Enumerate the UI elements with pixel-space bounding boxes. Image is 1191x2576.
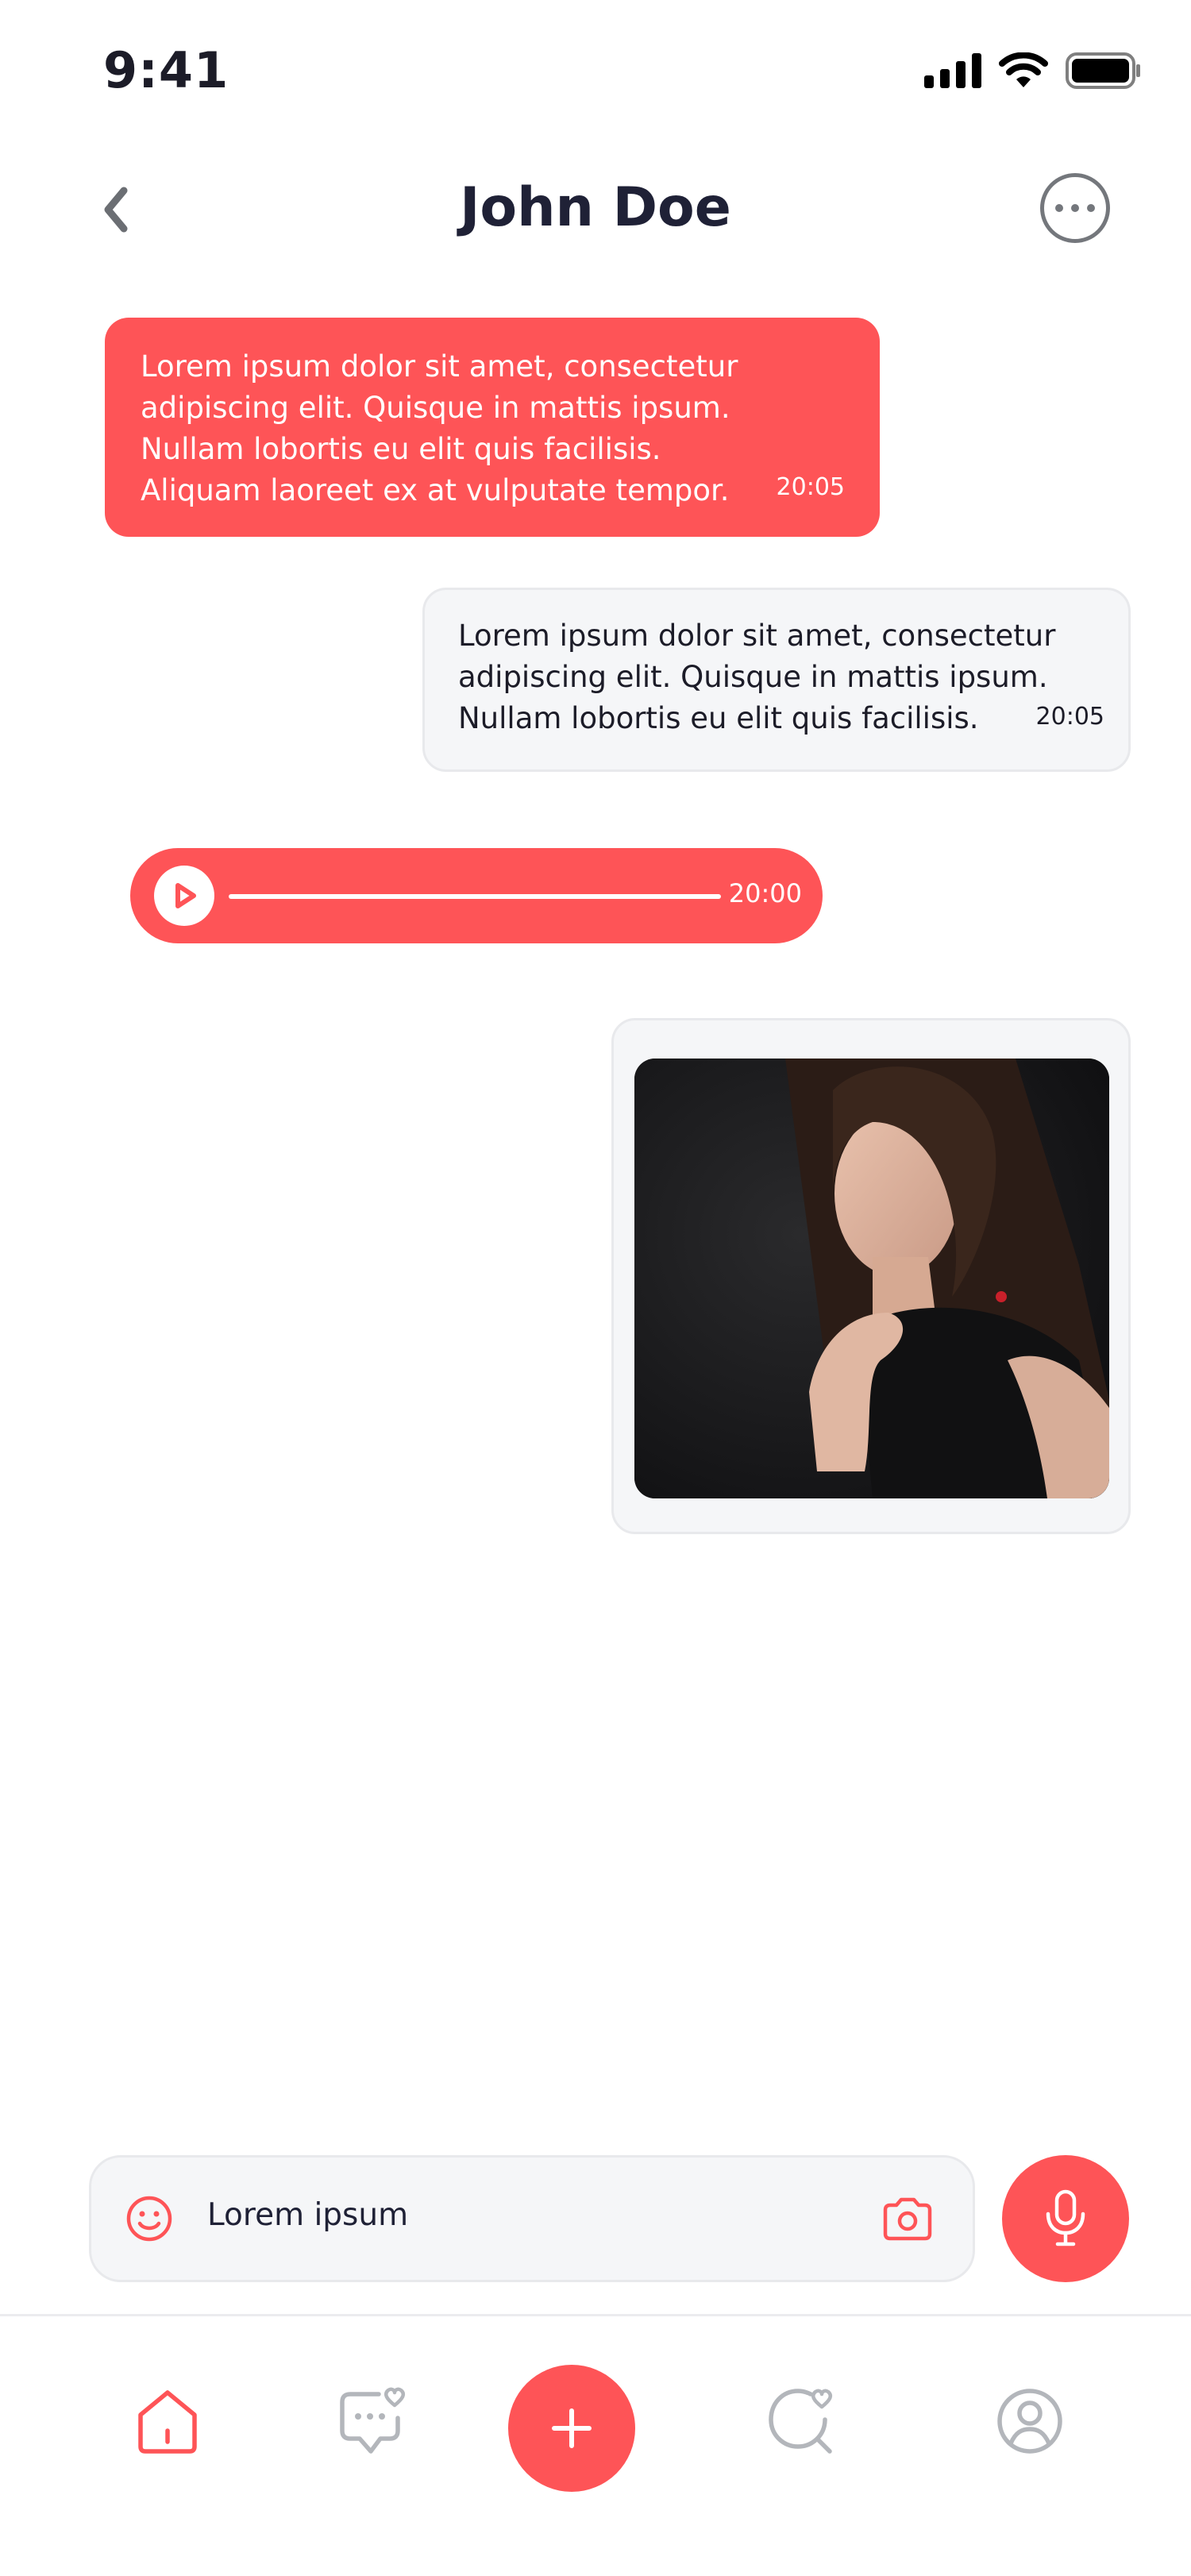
message-text: Lorem ipsum dolor sit amet, consectetur … [141,349,738,507]
status-icons [924,52,1142,89]
nav-chats[interactable] [327,2377,414,2465]
nav-home[interactable] [124,2377,211,2465]
wifi-icon [999,52,1048,87]
more-options-button[interactable] [1040,173,1110,243]
message-time: 20:05 [1035,703,1104,731]
smile-icon [126,2196,172,2242]
sent-message-bubble[interactable]: Lorem ipsum dolor sit amet, consectetur … [422,588,1131,772]
chat-heart-icon [340,2387,405,2454]
status-time: 9:41 [103,41,229,99]
audio-progress-track[interactable] [229,894,721,899]
more-icon [1055,204,1095,212]
voice-message-time: 20:00 [728,878,802,908]
camera-icon [883,2197,932,2241]
image-message-bubble[interactable] [611,1018,1131,1534]
plus-icon [552,2408,592,2448]
message-time: 20:05 [776,473,845,501]
message-photo[interactable] [634,1059,1109,1498]
camera-button[interactable] [881,2196,935,2243]
message-input[interactable]: Lorem ipsum [207,2197,408,2233]
signal-icon [924,53,981,88]
nav-profile[interactable] [986,2377,1073,2465]
mic-icon [1046,2189,1085,2246]
message-text: Lorem ipsum dolor sit amet, consectetur … [458,619,1056,735]
voice-record-button[interactable] [1002,2155,1129,2282]
profile-icon [997,2389,1062,2454]
home-icon [138,2390,197,2454]
add-button[interactable] [508,2365,635,2492]
nav-discover[interactable] [757,2377,845,2465]
play-button[interactable] [154,866,214,926]
message-composer[interactable]: Lorem ipsum [89,2155,975,2282]
battery-icon [1066,52,1140,89]
page-title: John Doe [460,176,731,239]
portrait-image [634,1059,1109,1498]
search-heart-icon [769,2389,832,2454]
emoji-button[interactable] [125,2194,174,2243]
play-icon [175,883,196,908]
voice-message-bubble[interactable]: 20:00 [130,848,823,943]
nav-divider [0,2314,1191,2316]
received-message-bubble[interactable]: Lorem ipsum dolor sit amet, consectetur … [105,318,880,537]
